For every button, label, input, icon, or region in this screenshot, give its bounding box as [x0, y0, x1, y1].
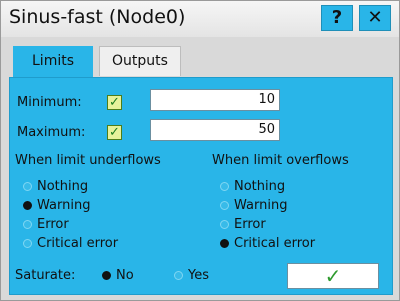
checkmark-icon: ✓ [324, 264, 342, 288]
option-label: Error [37, 217, 69, 232]
radio-selected-icon [220, 239, 229, 248]
underflow-heading: When limit underflows [15, 153, 161, 168]
overflow-heading: When limit overflows [212, 153, 349, 168]
dialog-window: Sinus-fast (Node0) ? ✕ Limits Outputs Mi… [0, 0, 400, 301]
checkmark-icon: ✓ [109, 95, 120, 110]
minimum-checkbox[interactable]: ✓ [107, 95, 122, 110]
minimum-label: Minimum: [17, 95, 82, 110]
radio-icon [23, 239, 32, 248]
title-bar: Sinus-fast (Node0) ? ✕ [1, 1, 399, 37]
option-label: Nothing [37, 179, 89, 194]
close-button[interactable]: ✕ [359, 5, 391, 31]
tab-limits[interactable]: Limits [13, 46, 93, 79]
checkmark-icon: ✓ [109, 125, 120, 140]
option-label: Critical error [37, 236, 119, 251]
radio-selected-icon [23, 201, 32, 210]
close-icon: ✕ [367, 7, 383, 28]
ok-button[interactable]: ✓ [287, 263, 379, 289]
minimum-input[interactable]: 10 [150, 89, 280, 111]
option-label: Nothing [234, 179, 286, 194]
maximum-input[interactable]: 50 [150, 119, 280, 141]
maximum-checkbox[interactable]: ✓ [107, 125, 122, 140]
radio-icon [174, 271, 183, 280]
radio-icon [220, 182, 229, 191]
radio-icon [220, 220, 229, 229]
help-button[interactable]: ? [321, 5, 353, 31]
option-label: No [116, 268, 134, 283]
saturate-label: Saturate: [15, 268, 76, 283]
window-title: Sinus-fast (Node0) [9, 6, 186, 28]
tab-outputs[interactable]: Outputs [99, 46, 181, 76]
radio-selected-icon [102, 271, 111, 280]
option-label: Warning [234, 198, 288, 213]
question-icon: ? [331, 7, 343, 28]
option-label: Warning [37, 198, 91, 213]
radio-icon [23, 182, 32, 191]
option-label: Yes [188, 268, 209, 283]
option-label: Error [234, 217, 266, 232]
radio-icon [23, 220, 32, 229]
maximum-label: Maximum: [17, 125, 86, 140]
radio-icon [220, 201, 229, 210]
option-label: Critical error [234, 236, 316, 251]
